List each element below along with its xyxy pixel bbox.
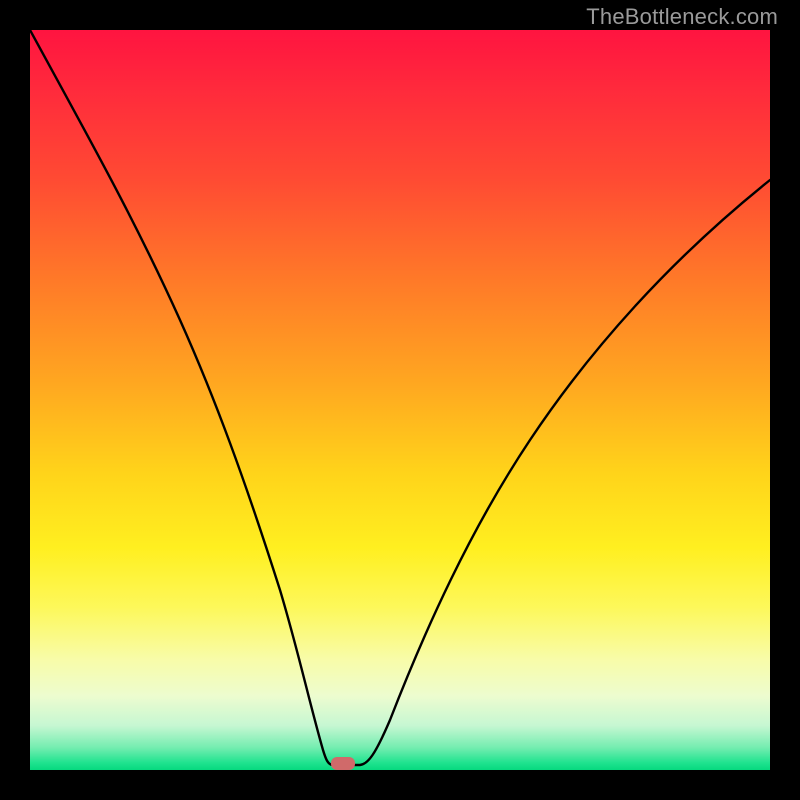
- watermark-text: TheBottleneck.com: [586, 4, 778, 30]
- curve-svg: [30, 30, 770, 770]
- plot-area: [30, 30, 770, 770]
- chart-frame: TheBottleneck.com: [0, 0, 800, 800]
- bottleneck-curve: [30, 30, 770, 765]
- optimal-marker: [331, 757, 355, 770]
